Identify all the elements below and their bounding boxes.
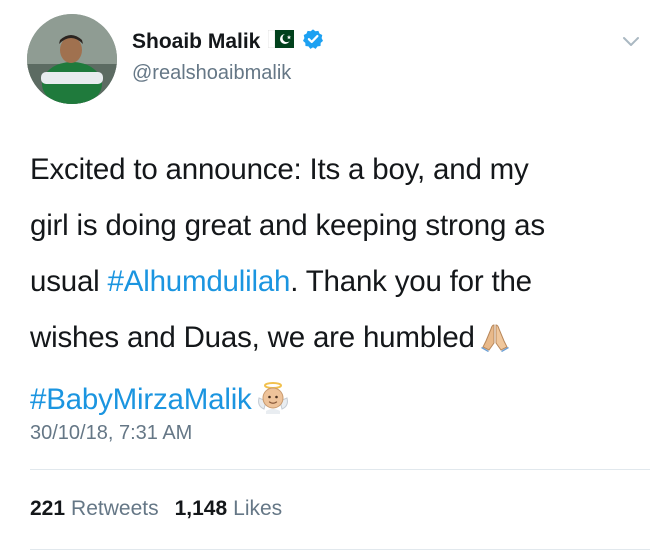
avatar[interactable] <box>27 14 117 104</box>
user-handle[interactable]: @realshoaibmalik <box>132 62 291 85</box>
tweet-text-segment: usual <box>30 265 108 298</box>
verified-badge-icon <box>302 28 324 55</box>
hashtag-babymirzamalik[interactable]: #BabyMirzaMalik <box>30 383 252 416</box>
tweet-text: Excited to announce: Its a boy, and my g… <box>30 142 650 434</box>
tweet-text-segment: . Thank you for the <box>290 265 532 298</box>
tweet-line: girl is doing great and keeping strong a… <box>30 209 545 242</box>
retweets-stat[interactable]: 221 Retweets <box>30 497 159 521</box>
chevron-down-icon[interactable] <box>621 35 641 49</box>
tweet-stats: 221 Retweets 1,148 Likes <box>30 497 282 521</box>
retweets-label: Retweets <box>71 497 159 520</box>
hashtag-alhumdulilah[interactable]: #Alhumdulilah <box>108 265 291 298</box>
likes-count: 1,148 <box>174 497 228 520</box>
user-name-row: Shoaib Malik <box>132 28 324 55</box>
retweets-count: 221 <box>30 497 66 520</box>
likes-stat[interactable]: 1,148 Likes <box>175 497 283 521</box>
divider <box>30 469 650 470</box>
likes-label: Likes <box>233 497 283 520</box>
divider <box>30 549 650 550</box>
tweet-text-segment: wishes and Duas, we are humbled <box>30 321 475 354</box>
tweet-line: usual #Alhumdulilah. Thank you for the <box>30 254 650 310</box>
baby-angel-emoji <box>256 378 290 434</box>
display-name[interactable]: Shoaib Malik <box>132 30 260 54</box>
tweet-card: Shoaib Malik @realshoaibmalik Excited to… <box>0 0 670 553</box>
folded-hands-emoji <box>479 316 511 372</box>
pakistan-flag-icon <box>268 29 295 53</box>
tweet-timestamp[interactable]: 30/10/18, 7:31 AM <box>30 422 192 445</box>
tweet-line: wishes and Duas, we are humbled <box>30 310 650 372</box>
tweet-line: Excited to announce: Its a boy, and my <box>30 153 529 186</box>
